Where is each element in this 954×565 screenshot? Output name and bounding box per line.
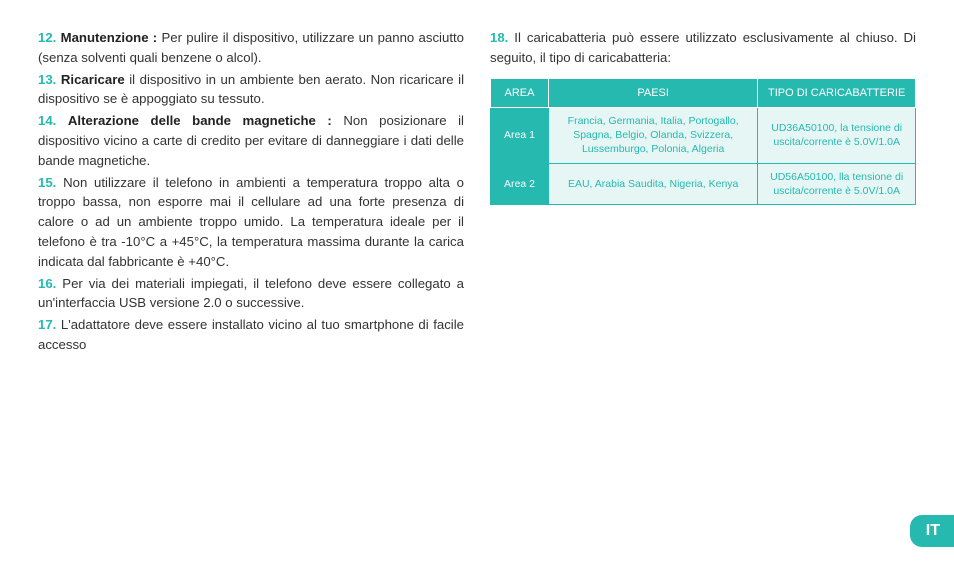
th-tipo: TIPO DI CARICABATTERIE [758, 78, 916, 108]
item-text: L'adattatore deve essere installato vici… [38, 317, 464, 352]
item-bold: Alterazione delle bande magnetiche : [68, 113, 332, 128]
item-13: 13. Ricaricare il dispositivo in un ambi… [38, 70, 464, 110]
right-column: 18. Il caricabatteria può essere utilizz… [490, 28, 916, 357]
cell-paesi: EAU, Arabia Saudita, Nigeria, Kenya [549, 163, 758, 204]
item-num: 18. [490, 30, 508, 45]
item-num: 13. [38, 72, 56, 87]
item-num: 16. [38, 276, 56, 291]
item-15: 15. Non utilizzare il telefono in ambien… [38, 173, 464, 272]
cell-paesi: Francia, Germania, Italia, Portogallo, S… [549, 108, 758, 164]
th-area: AREA [491, 78, 549, 108]
item-12: 12. Manutenzione : Per pulire il disposi… [38, 28, 464, 68]
table-header-row: AREA PAESI TIPO DI CARICABATTERIE [491, 78, 916, 108]
th-paesi: PAESI [549, 78, 758, 108]
table-row: Area 1 Francia, Germania, Italia, Portog… [491, 108, 916, 164]
cell-tipo: UD36A50100, la tensione di uscita/corren… [758, 108, 916, 164]
item-num: 14. [38, 113, 56, 128]
item-18: 18. Il caricabatteria può essere utilizz… [490, 28, 916, 68]
page-content: 12. Manutenzione : Per pulire il disposi… [0, 0, 954, 377]
item-text: Per via dei materiali impiegati, il tele… [38, 276, 464, 311]
cell-area: Area 1 [491, 108, 549, 164]
item-16: 16. Per via dei materiali impiegati, il … [38, 274, 464, 314]
item-num: 17. [38, 317, 56, 332]
table-row: Area 2 EAU, Arabia Saudita, Nigeria, Ken… [491, 163, 916, 204]
left-column: 12. Manutenzione : Per pulire il disposi… [38, 28, 464, 357]
item-14: 14. Alterazione delle bande magnetiche :… [38, 111, 464, 170]
item-17: 17. L'adattatore deve essere installato … [38, 315, 464, 355]
language-tab: IT [910, 515, 954, 547]
item-text: Non utilizzare il telefono in ambienti a… [38, 175, 464, 269]
cell-tipo: UD56A50100, lla tensione di uscita/corre… [758, 163, 916, 204]
charger-table: AREA PAESI TIPO DI CARICABATTERIE Area 1… [490, 78, 916, 205]
item-num: 15. [38, 175, 56, 190]
item-bold: Manutenzione : [61, 30, 158, 45]
item-num: 12. [38, 30, 56, 45]
cell-area: Area 2 [491, 163, 549, 204]
item-bold: Ricaricare [61, 72, 125, 87]
item-text: Il caricabatteria può essere utilizzato … [490, 30, 916, 65]
